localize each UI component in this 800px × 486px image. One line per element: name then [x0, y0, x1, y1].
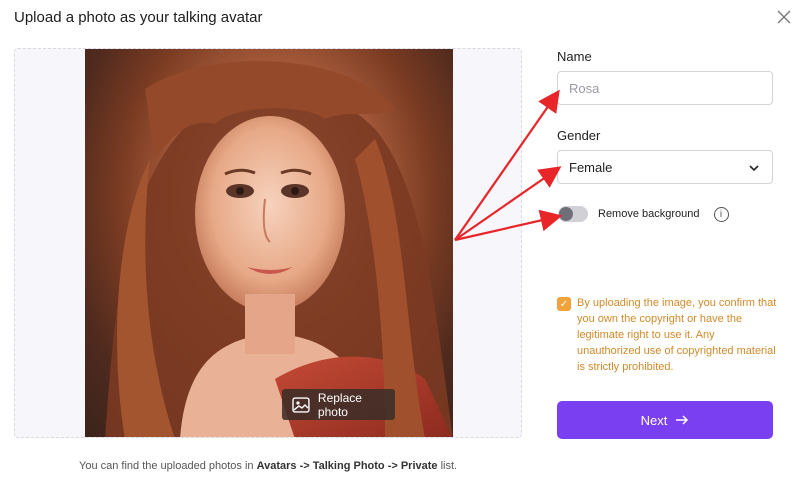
toggle-knob	[559, 207, 573, 221]
gender-label: Gender	[557, 128, 601, 143]
footer-path-avatars: Avatars	[256, 460, 297, 472]
footer-separator-2: ->	[384, 460, 401, 472]
replace-photo-label: Replace photo	[317, 390, 362, 419]
consent-checkbox[interactable]: ✓	[557, 297, 571, 311]
next-label: Next	[640, 412, 668, 428]
info-icon[interactable]: i	[713, 206, 729, 222]
next-button[interactable]: Next	[557, 401, 773, 439]
footer-note: You can find the uploaded photos in Avat…	[79, 460, 457, 472]
gender-select[interactable]: Female	[557, 150, 773, 184]
consent-text: By uploading the image, you confirm that…	[577, 297, 777, 373]
remove-background-toggle[interactable]	[558, 206, 588, 222]
footer-path-private: Private	[400, 460, 438, 472]
dialog-title: Upload a photo as your talking avatar	[14, 9, 263, 26]
image-icon	[292, 396, 310, 413]
remove-background-row: Remove background i	[558, 206, 729, 222]
name-input[interactable]: Rosa	[557, 71, 773, 105]
remove-background-label: Remove background	[598, 208, 700, 220]
arrow-right-icon	[676, 415, 689, 425]
chevron-down-icon	[749, 165, 759, 172]
name-placeholder: Rosa	[569, 80, 600, 96]
footer-separator-1: ->	[296, 460, 313, 472]
footer-suffix: list.	[437, 460, 458, 472]
copyright-consent: ✓ By uploading the image, you confirm th…	[557, 295, 777, 375]
avatar-portrait-illustration	[105, 61, 453, 437]
avatar-photo: Replace photo	[85, 49, 453, 437]
close-icon[interactable]	[776, 9, 792, 25]
gender-value: Female	[569, 159, 613, 175]
replace-photo-button[interactable]: Replace photo	[282, 389, 395, 420]
name-label: Name	[557, 49, 592, 64]
footer-path-talking-photo: Talking Photo	[312, 460, 385, 472]
footer-prefix: You can find the uploaded photos in	[79, 460, 257, 472]
photo-upload-area[interactable]: Replace photo	[14, 48, 522, 438]
